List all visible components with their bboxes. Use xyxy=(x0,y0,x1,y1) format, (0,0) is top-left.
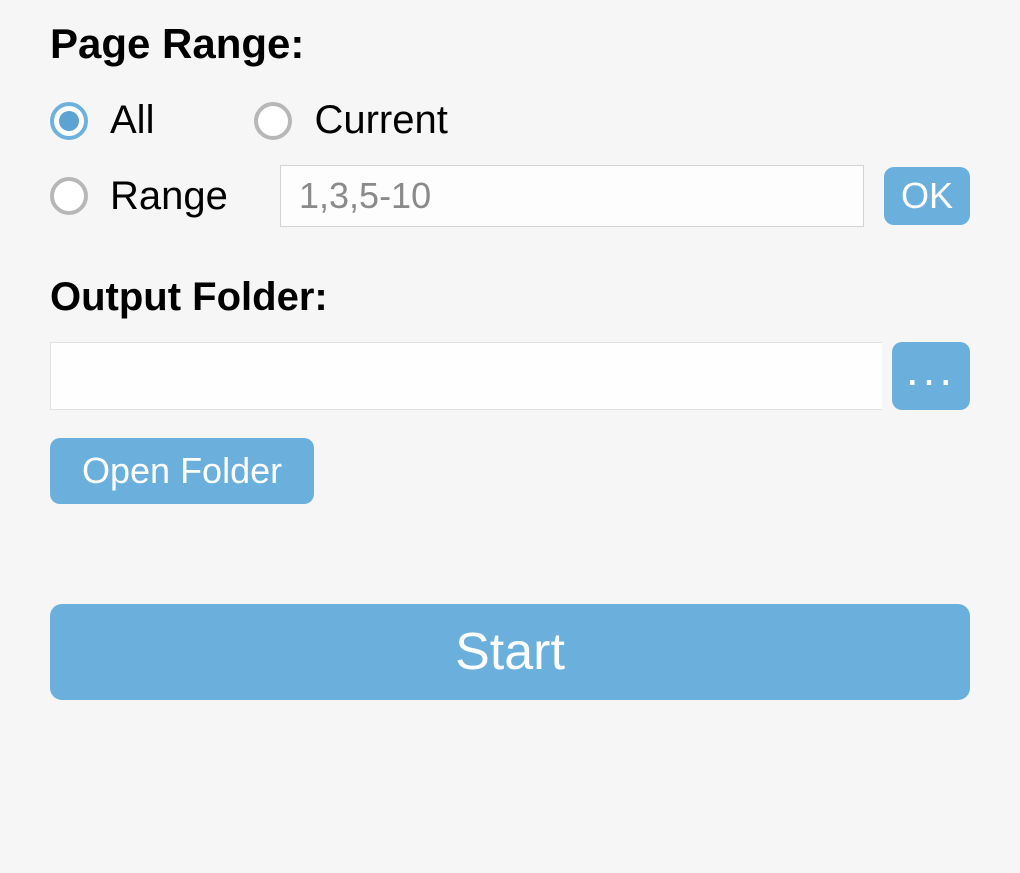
radio-range[interactable]: Range xyxy=(50,174,260,219)
output-folder-heading: Output Folder: xyxy=(50,275,970,320)
page-range-row-top: All Current xyxy=(50,98,970,143)
open-folder-button[interactable]: Open Folder xyxy=(50,438,314,504)
radio-current[interactable]: Current xyxy=(254,98,447,143)
page-range-row-range: Range OK xyxy=(50,165,970,227)
ok-button[interactable]: OK xyxy=(884,167,970,225)
output-folder-input[interactable] xyxy=(50,342,882,410)
radio-range-label: Range xyxy=(110,174,228,219)
start-button[interactable]: Start xyxy=(50,604,970,700)
radio-icon xyxy=(50,177,88,215)
radio-all-label: All xyxy=(110,98,154,143)
range-input[interactable] xyxy=(280,165,864,227)
radio-icon xyxy=(254,102,292,140)
page-range-heading: Page Range: xyxy=(50,20,970,68)
radio-current-label: Current xyxy=(314,98,447,143)
output-folder-row: ... xyxy=(50,342,970,410)
radio-icon xyxy=(50,102,88,140)
radio-all[interactable]: All xyxy=(50,98,154,143)
browse-button[interactable]: ... xyxy=(892,342,970,410)
